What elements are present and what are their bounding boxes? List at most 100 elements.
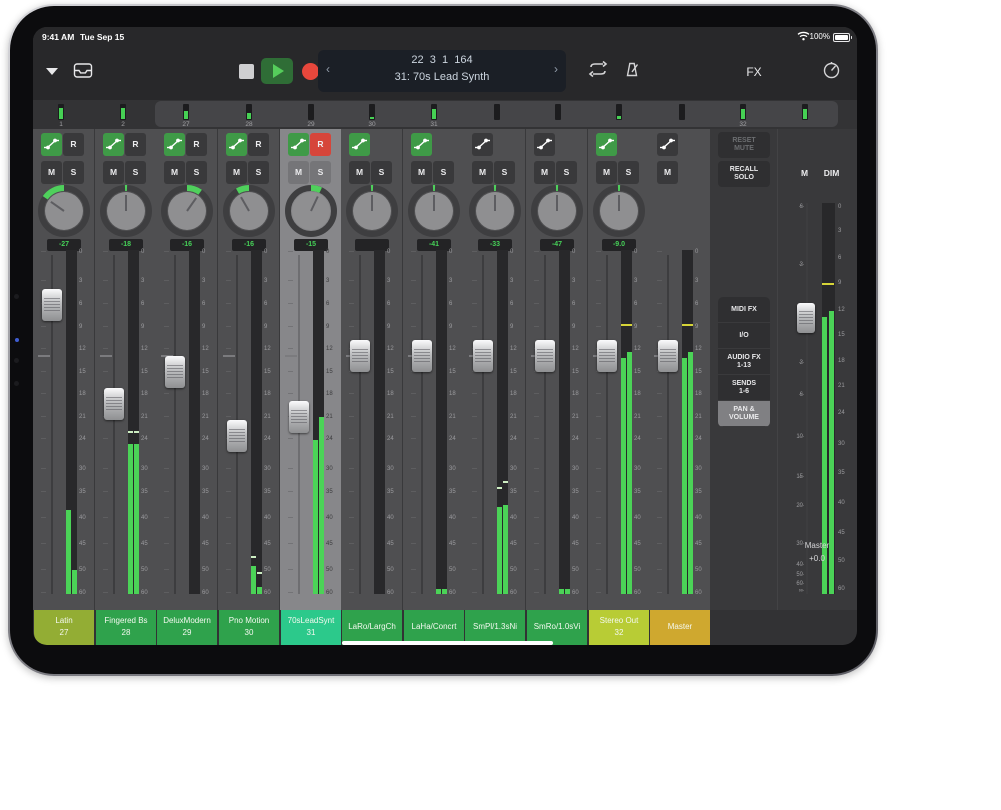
automation-button[interactable]: [534, 133, 555, 156]
pan-knob[interactable]: [284, 184, 338, 238]
automation-button[interactable]: [164, 133, 185, 156]
track-label[interactable]: LaRo/LargCh: [342, 610, 402, 645]
volume-fader[interactable]: [597, 340, 617, 372]
automation-button[interactable]: [657, 133, 678, 156]
volume-fader[interactable]: [104, 388, 124, 420]
lcd-display[interactable]: ‹ 22 3 1 164 31: 70s Lead Synth ›: [318, 50, 566, 92]
automation-button[interactable]: [226, 133, 247, 156]
reset-mute-button[interactable]: RESET MUTE: [718, 132, 770, 158]
track-overview-strip[interactable]: 12272829303132: [33, 100, 857, 129]
settings-dial-icon[interactable]: [822, 61, 841, 80]
solo-button[interactable]: S: [125, 161, 146, 184]
cycle-loop-icon[interactable]: [587, 60, 609, 78]
section-tab-sends[interactable]: SENDS1-6: [718, 375, 770, 401]
volume-fader[interactable]: [473, 340, 493, 372]
pan-knob[interactable]: [160, 184, 214, 238]
volume-fader[interactable]: [658, 340, 678, 372]
track-label[interactable]: Latin27: [34, 610, 94, 645]
mute-button[interactable]: M: [349, 161, 370, 184]
record-enable-button[interactable]: R: [248, 133, 269, 156]
mute-button[interactable]: M: [657, 161, 678, 184]
pan-knob[interactable]: [530, 184, 584, 238]
solo-button[interactable]: S: [186, 161, 207, 184]
mute-button[interactable]: M: [411, 161, 432, 184]
mute-button[interactable]: M: [534, 161, 555, 184]
pan-knob[interactable]: [99, 184, 153, 238]
solo-button[interactable]: S: [248, 161, 269, 184]
meter-scale-label: 35: [264, 488, 278, 496]
track-label[interactable]: Stereo Out32: [589, 610, 649, 645]
solo-button[interactable]: S: [556, 161, 577, 184]
automation-button[interactable]: [349, 133, 370, 156]
fx-button[interactable]: FX: [736, 65, 772, 79]
solo-button[interactable]: S: [494, 161, 515, 184]
volume-fader[interactable]: [42, 289, 62, 321]
peak-hold-tick: [682, 324, 693, 326]
mute-button[interactable]: M: [103, 161, 124, 184]
pan-knob[interactable]: [222, 184, 276, 238]
mute-button[interactable]: M: [288, 161, 309, 184]
volume-fader[interactable]: [289, 401, 309, 433]
track-label-name: Pno Motion: [219, 616, 279, 625]
pan-knob[interactable]: [345, 184, 399, 238]
pan-knob[interactable]: [407, 184, 461, 238]
solo-button[interactable]: S: [63, 161, 84, 184]
next-marker-chevron-icon[interactable]: ›: [554, 62, 558, 76]
automation-button[interactable]: [41, 133, 62, 156]
volume-fader[interactable]: [227, 420, 247, 452]
solo-button[interactable]: S: [310, 161, 331, 184]
solo-button[interactable]: S: [371, 161, 392, 184]
meter-scale-label: 9: [695, 323, 709, 331]
pan-knob[interactable]: [37, 184, 91, 238]
master-dim-button[interactable]: DIM: [818, 161, 845, 184]
horizontal-scrollbar[interactable]: [342, 641, 553, 645]
play-button[interactable]: [261, 58, 293, 84]
song-menu-chevron-icon[interactable]: [46, 68, 58, 75]
section-tab-i-o[interactable]: I/O: [718, 323, 770, 349]
track-label[interactable]: DeluxModern29: [157, 610, 217, 645]
meter-scale-label: 24: [264, 435, 278, 443]
mute-button[interactable]: M: [226, 161, 247, 184]
pan-knob[interactable]: [592, 184, 646, 238]
record-enable-button[interactable]: R: [310, 133, 331, 156]
pan-knob[interactable]: [468, 184, 522, 238]
volume-fader[interactable]: [535, 340, 555, 372]
file-tray-icon[interactable]: [73, 62, 93, 79]
section-tab-audio-fx[interactable]: AUDIO FX1-13: [718, 349, 770, 375]
solo-button[interactable]: S: [618, 161, 639, 184]
meter-scale-label: 60: [449, 589, 463, 597]
track-label[interactable]: Master: [650, 610, 710, 645]
track-label[interactable]: SmPl/1.3sNi: [465, 610, 525, 645]
recall-solo-button[interactable]: RECALL SOLO: [718, 161, 770, 187]
solo-button[interactable]: S: [433, 161, 454, 184]
track-label[interactable]: 70sLeadSynt31: [281, 610, 341, 645]
volume-fader[interactable]: [350, 340, 370, 372]
record-enable-button[interactable]: R: [186, 133, 207, 156]
record-button[interactable]: [302, 63, 319, 80]
track-label[interactable]: SmRo/1.0sVi: [527, 610, 587, 645]
automation-button[interactable]: [411, 133, 432, 156]
automation-button[interactable]: [472, 133, 493, 156]
section-tab-pan-[interactable]: PAN &VOLUME: [718, 401, 770, 427]
mute-button[interactable]: M: [472, 161, 493, 184]
mute-button[interactable]: M: [164, 161, 185, 184]
stop-button[interactable]: [239, 64, 254, 79]
automation-button[interactable]: [596, 133, 617, 156]
meter-scale-label: 30: [449, 465, 463, 473]
mute-button[interactable]: M: [41, 161, 62, 184]
automation-button[interactable]: [288, 133, 309, 156]
volume-fader[interactable]: [165, 356, 185, 388]
section-tab-midi-fx[interactable]: MIDI FX: [718, 297, 770, 323]
record-enable-button[interactable]: R: [63, 133, 84, 156]
master-volume-fader[interactable]: [797, 303, 815, 333]
meter-scale-label: 24: [695, 435, 709, 443]
track-label[interactable]: Fingered Bs28: [96, 610, 156, 645]
track-label[interactable]: LaHa/Concrt: [404, 610, 464, 645]
mute-button[interactable]: M: [596, 161, 617, 184]
master-mute-button[interactable]: M: [792, 161, 817, 184]
volume-fader[interactable]: [412, 340, 432, 372]
metronome-icon[interactable]: [623, 61, 641, 79]
track-label[interactable]: Pno Motion30: [219, 610, 279, 645]
record-enable-button[interactable]: R: [125, 133, 146, 156]
automation-button[interactable]: [103, 133, 124, 156]
